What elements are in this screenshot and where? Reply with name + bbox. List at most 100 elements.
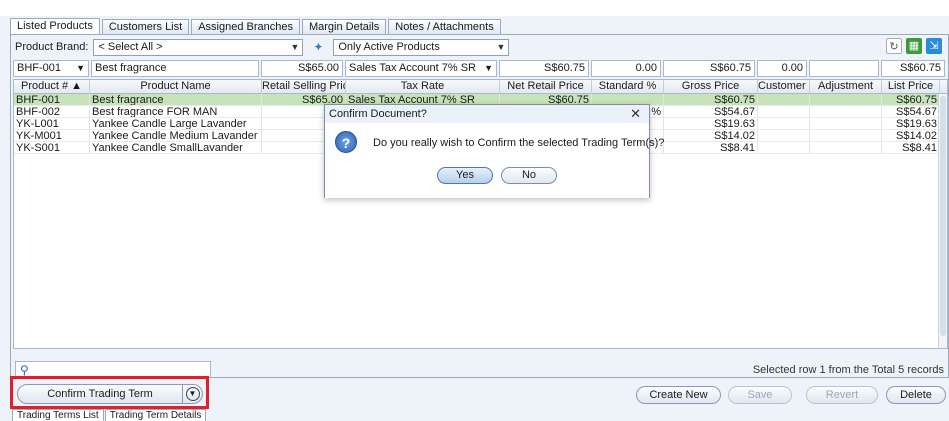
question-icon: ?	[335, 131, 357, 153]
cell-product-number: BHF-001	[14, 94, 90, 106]
tab-trading-terms-list[interactable]: Trading Terms List	[12, 409, 104, 421]
confirm-dropdown-button[interactable]: ▼	[183, 384, 203, 404]
header-tax-rate[interactable]: Tax Rate	[346, 80, 500, 94]
save-button[interactable]: Save	[728, 386, 792, 404]
cell-list-price: S$60.75	[882, 94, 940, 106]
tab-assigned-branches[interactable]: Assigned Branches	[191, 19, 300, 35]
dialog-yes-button[interactable]: Yes	[437, 167, 493, 184]
chevron-down-icon: ▼	[185, 387, 200, 401]
search-icon: ⚲	[20, 363, 29, 377]
cell-customer-pct	[758, 130, 810, 142]
cell-customer-pct	[758, 118, 810, 130]
product-status-value: Only Active Products	[338, 40, 440, 53]
cell-adjustment	[810, 94, 882, 106]
cell-customer-pct	[758, 106, 810, 118]
bottom-tab-bar: Trading Terms List Trading Term Details	[12, 409, 207, 421]
import-icon[interactable]: ⇲	[926, 38, 942, 54]
header-product-name[interactable]: Product Name	[90, 80, 262, 94]
revert-button[interactable]: Revert	[806, 386, 878, 404]
cell-adjustment	[810, 106, 882, 118]
status-text: Selected row 1 from the Total 5 records	[752, 364, 944, 376]
cell-list-price: S$14.02	[882, 130, 940, 142]
cell-product-name: Yankee Candle SmallLavander	[90, 142, 262, 154]
header-net-retail[interactable]: Net Retail Price	[500, 80, 592, 94]
table-scrollbar[interactable]	[938, 94, 947, 348]
listed-products-panel: Product Brand: < Select All > ▼ ✦ Only A…	[10, 34, 949, 378]
window-top-strip	[0, 0, 949, 16]
cell-adjustment	[810, 130, 882, 142]
cell-product-number: YK-L001	[14, 118, 90, 130]
confirm-trading-term-button[interactable]: Confirm Trading Term	[17, 384, 183, 404]
cell-list-price: S$54.67	[882, 106, 940, 118]
cell-product-number: YK-M001	[14, 130, 90, 142]
cell-product-number: YK-S001	[14, 142, 90, 154]
filter-link-icon[interactable]: ✦	[311, 40, 325, 54]
scrollbar-thumb[interactable]	[940, 96, 946, 336]
dialog-message: Do you really wish to Confirm the select…	[373, 137, 665, 149]
header-product-number[interactable]: Product # ▲	[14, 80, 90, 94]
cell-gross-price: S$14.02	[664, 130, 758, 142]
product-brand-value: < Select All >	[98, 40, 163, 53]
edit-row: BHF-001 ▼ Best fragrance S$65.00 Sales Ta…	[13, 60, 948, 77]
cell-gross-price: S$19.63	[664, 118, 758, 130]
edit-product-number[interactable]: BHF-001 ▼	[13, 60, 89, 77]
app-window: Listed Products Customers List Assigned …	[0, 0, 949, 421]
cell-adjustment	[810, 142, 882, 154]
dialog-no-button[interactable]: No	[501, 167, 557, 184]
edit-gross-price[interactable]: S$60.75	[663, 60, 755, 77]
header-customer-pct[interactable]: Customer %	[758, 80, 810, 94]
close-icon[interactable]: ✕	[630, 106, 641, 122]
cell-product-number: BHF-002	[14, 106, 90, 118]
header-gross-price[interactable]: Gross Price	[664, 80, 758, 94]
product-status-select[interactable]: Only Active Products ▼	[333, 38, 510, 56]
edit-tax-rate-value: Sales Tax Account 7% SR	[349, 62, 476, 74]
cell-list-price: S$8.41	[882, 142, 940, 154]
chevron-down-icon: ▼	[290, 41, 300, 52]
cell-gross-price: S$8.41	[664, 142, 758, 154]
filter-bar: Product Brand: < Select All > ▼ ✦ Only A…	[15, 38, 510, 56]
product-brand-select[interactable]: < Select All > ▼	[93, 38, 304, 56]
cell-customer-pct	[758, 94, 810, 106]
dialog-body: ? Do you really wish to Confirm the sele…	[325, 123, 664, 198]
cell-product-name: Yankee Candle Large Lavander	[90, 118, 262, 130]
edit-standard-pct[interactable]: 0.00	[591, 60, 661, 77]
edit-tax-rate[interactable]: Sales Tax Account 7% SR ▼	[345, 60, 497, 77]
tab-bar: Listed Products Customers List Assigned …	[10, 18, 503, 35]
edit-product-name[interactable]: Best fragrance	[91, 60, 259, 77]
table-header: Product # ▲ Product Name Retail Selling …	[14, 80, 947, 94]
tab-customers-list[interactable]: Customers List	[101, 19, 190, 35]
edit-retail-price[interactable]: S$65.00	[261, 60, 343, 77]
export-excel-icon[interactable]: ▦	[906, 38, 922, 54]
cell-customer-pct	[758, 142, 810, 154]
edit-product-number-value: BHF-001	[17, 62, 62, 74]
cell-adjustment	[810, 118, 882, 130]
cell-gross-price: S$60.75	[664, 94, 758, 106]
refresh-icon[interactable]: ↻	[886, 38, 902, 54]
create-new-button[interactable]: Create New	[636, 386, 721, 404]
chevron-down-icon: ▼	[76, 63, 85, 73]
header-list-price[interactable]: List Price	[882, 80, 940, 94]
product-brand-label: Product Brand:	[15, 41, 89, 53]
cell-gross-price: S$54.67	[664, 106, 758, 118]
dialog-title: Confirm Document?	[329, 108, 427, 120]
tab-listed-products[interactable]: Listed Products	[10, 18, 100, 35]
edit-list-price[interactable]: S$60.75	[881, 60, 945, 77]
edit-net-retail[interactable]: S$60.75	[499, 60, 589, 77]
toolbar-icons: ↻ ▦ ⇲	[886, 38, 942, 54]
tab-trading-term-details[interactable]: Trading Term Details	[104, 409, 207, 421]
header-standard-pct[interactable]: Standard %	[592, 80, 664, 94]
cell-product-name: Yankee Candle Medium Lavander	[90, 130, 262, 142]
confirm-dialog: Confirm Document? ✕ ? Do you really wish…	[324, 104, 664, 198]
cell-list-price: S$19.63	[882, 118, 940, 130]
chevron-down-icon: ▼	[484, 63, 493, 73]
tab-margin-details[interactable]: Margin Details	[301, 19, 387, 35]
header-adjustment[interactable]: Adjustment	[810, 80, 882, 94]
delete-button[interactable]: Delete	[886, 386, 946, 404]
edit-adjustment[interactable]	[809, 60, 879, 77]
chevron-down-icon: ▼	[496, 41, 506, 52]
tab-notes-attachments[interactable]: Notes / Attachments	[388, 19, 501, 35]
header-retail-price[interactable]: Retail Selling Price	[262, 80, 346, 94]
cell-product-name: Best fragrance	[90, 94, 262, 106]
cell-product-name: Best fragrance FOR MAN	[90, 106, 262, 118]
edit-customer-pct[interactable]: 0.00	[757, 60, 807, 77]
